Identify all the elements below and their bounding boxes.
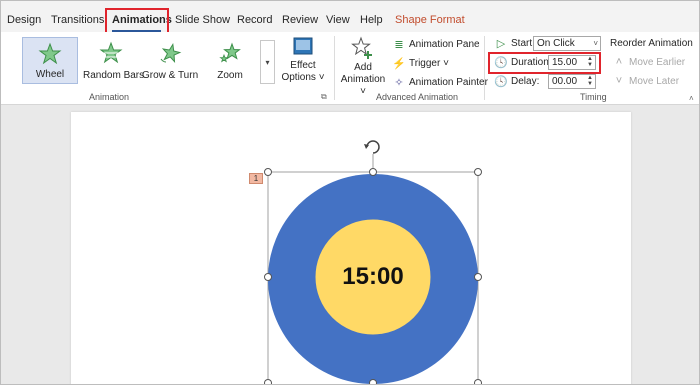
resize-handle[interactable] [474, 273, 482, 281]
resize-handle[interactable] [264, 379, 272, 385]
resize-handle[interactable] [474, 379, 482, 385]
resize-handle[interactable] [264, 168, 272, 176]
resize-handle[interactable] [474, 168, 482, 176]
resize-handle[interactable] [264, 273, 272, 281]
animation-order-tag[interactable]: 1 [249, 173, 263, 184]
timer-text[interactable]: 15:00 [325, 263, 421, 291]
resize-handle[interactable] [369, 379, 377, 385]
powerpoint-window: Design Transitions Animations Slide Show… [0, 0, 700, 385]
selected-shape-overlay [264, 140, 482, 385]
resize-handle[interactable] [369, 168, 377, 176]
rotate-handle-icon[interactable] [364, 140, 380, 154]
